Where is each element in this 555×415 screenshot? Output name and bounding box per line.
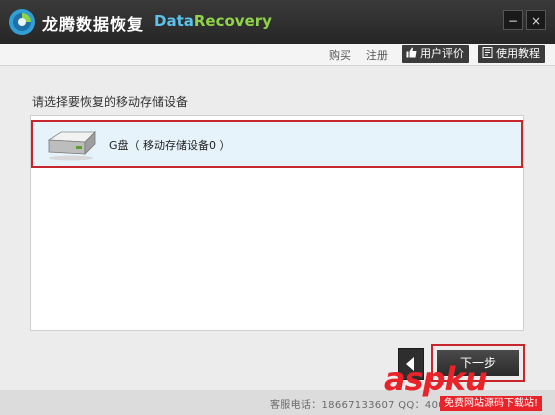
app-title: 龙腾数据恢复 xyxy=(42,15,145,34)
device-list-item[interactable]: G盘（ 移动存储设备0 ） xyxy=(31,120,523,168)
close-button[interactable]: × xyxy=(526,10,546,30)
device-label: G盘（ 移动存储设备0 ） xyxy=(109,139,231,152)
thumbs-up-icon xyxy=(406,47,417,58)
aspku-watermark: aspku 免费网站源码下载站! xyxy=(384,360,555,415)
app-subtitle: DataRecovery xyxy=(154,12,272,30)
tutorial-label: 使用教程 xyxy=(496,47,540,60)
tutorial-button[interactable]: 使用教程 xyxy=(478,45,545,63)
minimize-button[interactable]: − xyxy=(503,10,523,30)
watermark-brand: aspku xyxy=(384,360,488,398)
watermark-tagline: 免费网站源码下载站! xyxy=(440,396,543,411)
toolbar: 购买 注册 用户评价 使用教程 xyxy=(0,44,555,66)
user-review-label: 用户评价 xyxy=(420,47,464,60)
app-logo-icon xyxy=(9,9,35,35)
title-bar[interactable]: 龙腾数据恢复 DataRecovery − × xyxy=(0,0,555,44)
removable-drive-icon xyxy=(47,131,96,161)
select-device-prompt: 请选择要恢复的移动存储设备 xyxy=(32,95,189,109)
book-icon xyxy=(482,47,493,58)
app-subtitle-data: Data xyxy=(154,12,194,30)
buy-link[interactable]: 购买 xyxy=(329,47,351,63)
app-subtitle-recovery: Recovery xyxy=(193,12,272,30)
user-review-button[interactable]: 用户评价 xyxy=(402,45,469,63)
device-list: G盘（ 移动存储设备0 ） xyxy=(30,115,524,331)
app-window: 龙腾数据恢复 DataRecovery − × 购买 注册 用户评价 使用教程 … xyxy=(0,0,555,415)
register-link[interactable]: 注册 xyxy=(366,47,388,63)
